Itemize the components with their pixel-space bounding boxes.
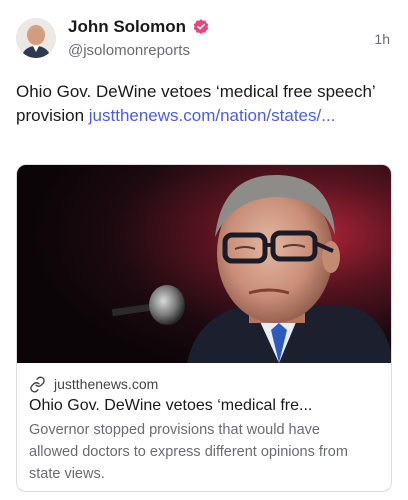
avatar[interactable]: [16, 18, 56, 58]
post-link[interactable]: justthenews.com/nation/states/...: [89, 106, 336, 125]
link-description: Governor stopped provisions that would h…: [29, 422, 348, 482]
post-text: Ohio Gov. DeWine vetoes ‘medical free sp…: [16, 80, 386, 128]
link-title[interactable]: Ohio Gov. DeWine vetoes ‘medical fre...: [29, 397, 353, 415]
author-handle[interactable]: @jsolomonreports: [68, 42, 190, 59]
author-name[interactable]: John Solomon: [68, 17, 186, 37]
post[interactable]: John Solomon @jsolomonreports 1h Ohio Go…: [0, 0, 408, 500]
verified-badge-icon: [193, 19, 209, 35]
link-preview-image[interactable]: [17, 165, 392, 363]
link-icon: [30, 376, 45, 392]
link-domain: justthenews.com: [54, 376, 159, 392]
link-preview-card[interactable]: justthenews.com Ohio Gov. DeWine vetoes …: [16, 164, 392, 492]
timestamp[interactable]: 1h: [374, 31, 390, 47]
